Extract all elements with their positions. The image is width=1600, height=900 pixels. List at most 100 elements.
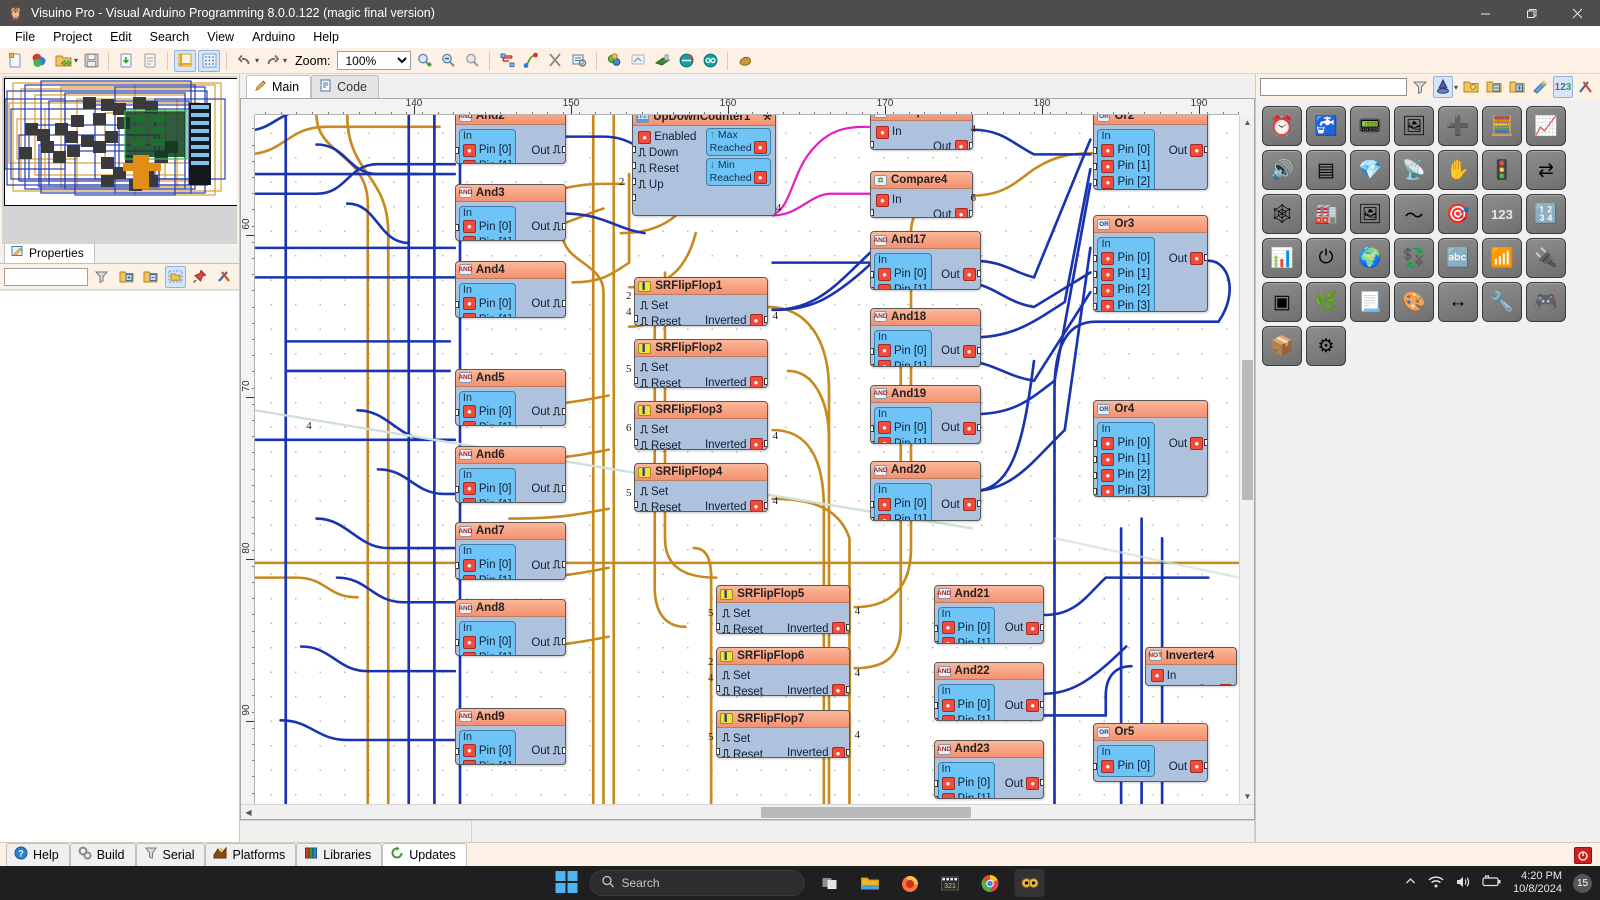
convert-category[interactable]: ⇄ xyxy=(1526,150,1566,190)
pin-row[interactable]: ⎍Set xyxy=(722,668,848,684)
pin-row[interactable]: ●Pin [1] xyxy=(1101,266,1150,282)
output-port[interactable] xyxy=(969,142,973,149)
output-port[interactable] xyxy=(764,502,768,509)
pin-row[interactable]: ●Pin [0] xyxy=(463,743,512,759)
output-port[interactable] xyxy=(562,747,566,754)
pin-row[interactable]: ●Pin [1] xyxy=(463,235,512,241)
show-hidden-icons[interactable] xyxy=(1404,875,1417,891)
block-header[interactable]: ▌SRFlipFlop2 xyxy=(635,340,766,357)
output-port[interactable] xyxy=(977,424,981,431)
pin-row[interactable]: ●Pin [1] xyxy=(878,436,927,444)
output-row[interactable]: Out● xyxy=(1169,144,1204,157)
output-port[interactable] xyxy=(1204,254,1208,261)
toggle-ruler-icon[interactable] xyxy=(174,50,196,72)
block-header[interactable]: OROr3 xyxy=(1094,216,1207,233)
output-row[interactable]: Inverted● xyxy=(705,314,763,325)
pin-row[interactable]: ●Pin [2] xyxy=(1101,467,1150,483)
pin-row[interactable]: ●Pin [0] xyxy=(463,404,512,420)
file-explorer-button[interactable] xyxy=(855,869,885,897)
binary-category[interactable]: ▤ xyxy=(1306,150,1346,190)
pin-row[interactable]: ●Pin [0] xyxy=(942,775,991,791)
block-inverter4[interactable]: NOTInverter4●InOut↪ xyxy=(1145,647,1237,686)
input-port[interactable] xyxy=(455,301,459,308)
block-and23[interactable]: ANDAnd23In●Pin [0]●Pin [1]Out● xyxy=(934,740,1045,799)
output-row[interactable]: Out● xyxy=(1169,252,1204,265)
block-header[interactable]: ⚖Compare4 xyxy=(871,172,972,189)
menu-view[interactable]: View xyxy=(198,28,243,46)
block-or2[interactable]: OROr2In●Pin [0]●Pin [1]●Pin [2]●Pin [3]O… xyxy=(1093,115,1208,190)
component-category-grid[interactable]: ⏰🚰📟🖼➕🧮📈🔊▤💎📡✋🚦⇄🕸🏭🖼〜🎯123🔢📊⏻🌍💱🔤📶🔌▣🌿📃🎨↔🔧🎮📦⚙ xyxy=(1256,100,1600,842)
input-port[interactable] xyxy=(455,748,459,755)
canvas-vertical-scrollbar[interactable]: ▲ ▼ xyxy=(1239,115,1254,804)
arduino-ide-icon[interactable] xyxy=(699,50,721,72)
pin-row[interactable]: ●Pin [1] xyxy=(942,713,991,721)
output-port[interactable] xyxy=(1204,439,1208,446)
input-port[interactable] xyxy=(634,315,638,322)
currency-category[interactable]: 💱 xyxy=(1394,238,1434,278)
logic-category[interactable]: ↔ xyxy=(1438,282,1478,322)
output-row[interactable]: Out⎍ xyxy=(531,144,560,157)
pin-row[interactable]: ⎍Set xyxy=(722,731,848,747)
pin-row[interactable]: ●Pin [1] xyxy=(463,420,512,426)
open-dropdown-caret[interactable]: ▾ xyxy=(74,56,78,65)
block-and2[interactable]: ANDAnd2In●Pin [0]●Pin [1]Out⎍ xyxy=(455,115,566,164)
output-row[interactable]: Inverted● xyxy=(787,747,845,758)
image-category[interactable]: 🖼 xyxy=(1350,194,1390,234)
pin-row[interactable]: ⎍Set xyxy=(722,606,848,622)
import-icon[interactable] xyxy=(115,50,137,72)
block-header[interactable]: ▌SRFlipFlop7 xyxy=(717,711,848,728)
touch-category[interactable]: ✋ xyxy=(1438,150,1478,190)
palette-search-input[interactable] xyxy=(1260,78,1407,96)
output-row[interactable]: Out● xyxy=(1005,777,1040,790)
input-port[interactable] xyxy=(634,439,638,446)
open-project-icon[interactable] xyxy=(52,50,74,72)
filter-components-icon[interactable] xyxy=(1410,76,1430,98)
output-port[interactable] xyxy=(846,624,850,631)
text-category[interactable]: 🔤 xyxy=(1438,238,1478,278)
block-srflipflop1[interactable]: ▌SRFlipFlop1⎍Set⎍ResetInverted●Out⎍ xyxy=(634,277,767,325)
tab-code[interactable]: Code xyxy=(311,75,379,98)
block-srflipflop3[interactable]: ▌SRFlipFlop3⎍Set⎍ResetInverted●Out⎍ xyxy=(634,401,767,449)
block-header[interactable]: OROr4 xyxy=(1094,401,1207,418)
output-row[interactable]: Out● xyxy=(941,268,976,281)
input-port[interactable] xyxy=(870,271,874,278)
expand-groups-icon[interactable] xyxy=(1461,76,1481,98)
input-port[interactable] xyxy=(1093,488,1097,495)
output-port[interactable] xyxy=(846,686,850,693)
maximize-button[interactable] xyxy=(1508,0,1554,26)
wifi-icon[interactable] xyxy=(1428,875,1444,892)
input-port[interactable] xyxy=(870,425,874,432)
output-port[interactable] xyxy=(764,440,768,447)
pin-row[interactable]: ●Pin [1] xyxy=(878,359,927,367)
pin-row[interactable]: ●In xyxy=(876,124,972,140)
output-row[interactable]: Inverted● xyxy=(705,438,763,449)
output-port[interactable] xyxy=(977,500,981,507)
pin-row[interactable]: ●Pin [1] xyxy=(463,759,512,765)
pin-row[interactable]: ●In xyxy=(1151,668,1236,684)
taskview-button[interactable] xyxy=(815,869,845,897)
palette-settings-icon[interactable] xyxy=(1576,76,1596,98)
pin-row[interactable]: ●Pin [0] xyxy=(1101,142,1150,158)
pin-row[interactable]: ●Pin [3] xyxy=(1101,483,1150,496)
math-category[interactable]: ➕ xyxy=(1438,106,1478,146)
wizard-icon[interactable] xyxy=(1433,76,1453,98)
pin-row[interactable]: ●Pin [0] xyxy=(1101,250,1150,266)
input-port[interactable] xyxy=(634,377,638,384)
favourites-icon[interactable] xyxy=(1530,76,1550,98)
hardware-category[interactable]: 💎 xyxy=(1350,150,1390,190)
open-examples-icon[interactable] xyxy=(28,50,50,72)
block-and3[interactable]: ANDAnd3In●Pin [0]●Pin [1]Out⎍ xyxy=(455,184,566,241)
input-port[interactable] xyxy=(870,348,874,355)
numbers-category[interactable]: 123 xyxy=(1482,194,1522,234)
redo-icon[interactable] xyxy=(261,50,283,72)
pin-row[interactable]: ●Pin [0] xyxy=(463,634,512,650)
output-port[interactable] xyxy=(1040,701,1044,708)
block-header[interactable]: ANDAnd6 xyxy=(456,447,565,464)
satellite-category[interactable]: 📡 xyxy=(1394,150,1434,190)
pin-row[interactable]: ●Pin [1] xyxy=(1101,158,1150,174)
input-port[interactable] xyxy=(632,178,636,185)
block-header[interactable]: ANDAnd5 xyxy=(456,370,565,387)
date-time-category[interactable]: ⏰ xyxy=(1262,106,1302,146)
bottom-tab-platforms[interactable]: Platforms xyxy=(205,843,296,866)
zoom-in-icon[interactable] xyxy=(413,50,435,72)
